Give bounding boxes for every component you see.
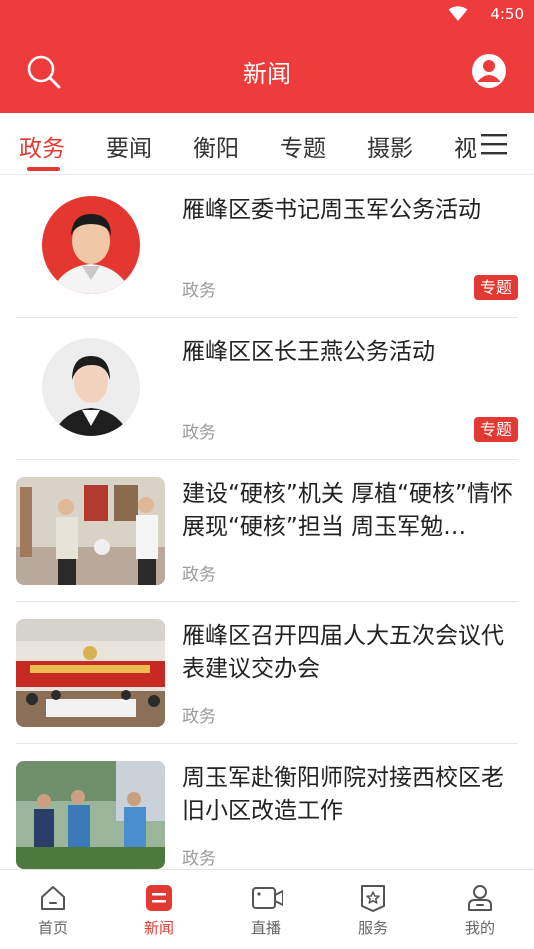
news-category: 政务 [182,707,216,727]
status-time: 4:50 [490,5,524,23]
topic-badge: 专题 [474,275,518,300]
news-thumbnail [16,477,165,585]
list-item[interactable]: 雁峰区区长王燕公务活动 政务 专题 [0,318,534,460]
news-title: 周玉军赴衡阳师院对接西校区老旧小区改造工作 [182,765,504,824]
active-tab-indicator [27,167,60,171]
user-icon [472,54,506,88]
profile-icon [468,885,492,911]
list-item[interactable]: 雁峰区委书记周玉军公务活动 政务 专题 [0,176,534,318]
nav-label: 直播 [250,919,281,937]
live-camera-icon [252,887,283,909]
nav-profile[interactable]: 我的 [427,870,533,949]
nav-news[interactable]: 新闻 [106,870,212,949]
list-item[interactable]: 建设“硬核”机关 厚植“硬核”情怀 展现“硬核”担当 周玉军勉… 政务 [0,460,534,602]
portrait-image [42,196,140,294]
news-title: 雁峰区区长王燕公务活动 [182,339,435,365]
list-item[interactable]: 周玉军赴衡阳师院对接西校区老旧小区改造工作 政务 [0,744,534,886]
news-icon [146,885,172,911]
menu-icon[interactable] [481,132,507,156]
news-category: 政务 [182,849,216,869]
app-header: 4:50 新闻 [0,0,534,113]
service-star-icon [361,885,385,912]
user-button[interactable] [468,50,510,92]
tab-politics[interactable]: 政务 [19,129,65,163]
tab-video[interactable]: 视 [454,129,477,163]
nav-service[interactable]: 服务 [320,870,426,949]
list-item[interactable]: 雁峰区召开四届人大五次会议代表建议交办会 政务 [0,602,534,744]
nav-label: 首页 [37,919,68,937]
news-title: 建设“硬核”机关 厚植“硬核”情怀 展现“硬核”担当 周玉军勉… [182,481,513,540]
portrait-image [42,338,140,436]
tab-headlines[interactable]: 要闻 [106,129,152,163]
category-tabs: 政务 要闻 衡阳 专题 摄影 视 [0,113,534,175]
tab-topics[interactable]: 专题 [280,129,326,163]
topic-badge: 专题 [474,417,518,442]
bottom-navigation: 首页 新闻 直播 服务 我的 [0,869,534,949]
nav-label: 我的 [464,919,495,937]
tab-photography[interactable]: 摄影 [367,129,413,163]
nav-home[interactable]: 首页 [0,870,106,949]
news-title: 雁峰区召开四届人大五次会议代表建议交办会 [182,623,504,682]
nav-live[interactable]: 直播 [213,870,319,949]
page-title: 新闻 [243,60,291,88]
news-category: 政务 [182,423,216,443]
news-title: 雁峰区委书记周玉军公务活动 [182,197,481,223]
tab-hengyang[interactable]: 衡阳 [193,129,239,163]
home-icon [41,886,65,910]
nav-label: 新闻 [143,919,174,937]
news-category: 政务 [182,565,216,585]
nav-label: 服务 [357,919,388,937]
news-thumbnail [16,761,165,869]
news-category: 政务 [182,281,216,301]
wifi-icon [448,6,468,21]
status-bar: 4:50 [0,0,534,30]
news-thumbnail [16,619,165,727]
